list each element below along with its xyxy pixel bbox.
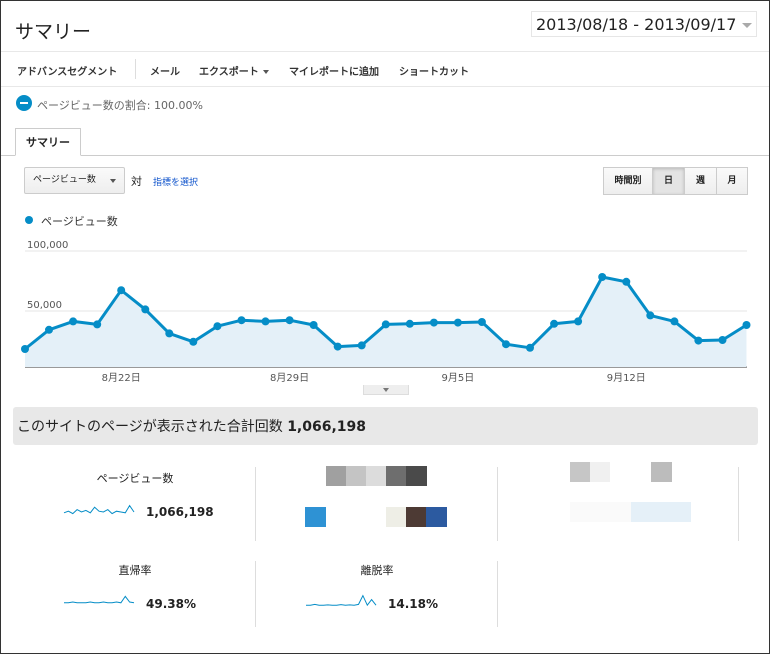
legend-label: ページビュー数 xyxy=(41,215,118,228)
advanced-segments-button[interactable]: アドバンスセグメント xyxy=(17,63,117,78)
data-point xyxy=(429,318,438,327)
chevron-down-icon xyxy=(262,70,269,74)
data-point xyxy=(477,318,486,326)
data-point xyxy=(93,320,102,329)
card-divider xyxy=(738,467,739,541)
metric-card-value: 1,066,198 xyxy=(146,505,214,519)
x-tick-label: 9月5日 xyxy=(442,372,475,384)
metric-card-value: 49.38% xyxy=(146,597,196,611)
redacted-block xyxy=(590,462,610,482)
redacted-block xyxy=(326,466,346,486)
redacted-block xyxy=(631,502,691,522)
data-point xyxy=(237,316,246,325)
data-point xyxy=(574,317,583,326)
export-label: エクスポート xyxy=(199,67,259,78)
data-point xyxy=(189,337,198,346)
redacted-block xyxy=(305,507,326,527)
chevron-down-icon xyxy=(742,23,752,28)
data-point xyxy=(694,336,703,345)
data-point xyxy=(309,321,318,329)
data-point xyxy=(69,317,78,326)
card-divider xyxy=(255,467,256,541)
segment-label: ページビュー数の割合: 100.00% xyxy=(37,99,203,112)
data-point xyxy=(526,343,534,352)
data-point xyxy=(141,305,150,314)
export-button[interactable]: エクスポート xyxy=(199,63,269,78)
toolbar-divider xyxy=(135,59,136,79)
pageviews-sparkline xyxy=(63,504,135,515)
data-point xyxy=(598,273,607,281)
data-point xyxy=(21,345,29,353)
tab-divider xyxy=(1,155,769,156)
card-divider xyxy=(255,561,256,627)
chevron-down-icon xyxy=(110,179,116,183)
metric-card-value: 14.18% xyxy=(388,597,438,611)
summary-title-text: このサイトのページが表示された合計回数 xyxy=(17,419,283,435)
data-point xyxy=(381,320,390,329)
data-point xyxy=(117,286,126,295)
data-point xyxy=(45,325,53,334)
data-point xyxy=(670,317,679,326)
select-metric-link[interactable]: 指標を選択 xyxy=(153,175,198,188)
granularity-month-button[interactable]: 月 xyxy=(716,167,748,195)
report-frame: サマリー 2013/08/18 - 2013/09/17 アドバンスセグメント … xyxy=(0,0,770,654)
data-point xyxy=(453,318,462,327)
metric-select-value: ページビュー数 xyxy=(33,175,96,185)
granularity-day-button[interactable]: 日 xyxy=(652,167,685,195)
metric-select[interactable]: ページビュー数 xyxy=(24,167,125,194)
data-point xyxy=(550,319,559,328)
data-point xyxy=(502,340,510,349)
data-point xyxy=(165,329,174,338)
granularity-week-button[interactable]: 週 xyxy=(684,167,717,195)
data-point xyxy=(333,342,342,351)
y-tick-label: 100,000 xyxy=(27,240,68,251)
data-point xyxy=(405,319,414,328)
metric-card-label: 直帰率 xyxy=(118,564,152,577)
redacted-block xyxy=(386,466,406,486)
redacted-block xyxy=(426,507,447,527)
metric-card-label: 離脱率 xyxy=(360,564,394,577)
redacted-block xyxy=(570,462,590,482)
x-tick-label: 8月29日 xyxy=(270,372,309,384)
versus-label: 対 xyxy=(131,175,142,188)
metric-card-label: ページビュー数 xyxy=(96,472,174,485)
legend-dot-icon xyxy=(25,216,33,224)
email-button[interactable]: メール xyxy=(150,63,180,78)
data-point xyxy=(718,336,727,344)
data-point xyxy=(285,316,294,325)
redacted-block xyxy=(386,507,406,527)
page-title: サマリー xyxy=(15,21,92,43)
bounce-rate-sparkline xyxy=(64,595,135,604)
data-point xyxy=(646,311,655,320)
exit-rate-sparkline xyxy=(306,594,377,607)
redacted-block xyxy=(406,507,426,527)
date-range-label: 2013/08/18 - 2013/09/17 xyxy=(536,15,737,34)
y-tick-label: 50,000 xyxy=(27,300,62,311)
shortcut-button[interactable]: ショートカット xyxy=(399,63,469,78)
date-range-picker[interactable]: 2013/08/18 - 2013/09/17 xyxy=(531,11,757,37)
redacted-block xyxy=(651,462,672,482)
toolbar: アドバンスセグメント メール エクスポート マイレポートに追加 ショートカット xyxy=(1,51,769,87)
redacted-block xyxy=(366,466,386,486)
granularity-hourly-button[interactable]: 時間別 xyxy=(603,167,653,195)
segment-minus-icon[interactable] xyxy=(16,95,32,111)
tab-summary[interactable]: サマリー xyxy=(15,128,81,156)
pageviews-chart: 100,000 50,000 8月22日 8月29日 9月5日 9月12日 xyxy=(21,240,751,384)
redacted-block xyxy=(346,466,366,486)
add-to-dashboard-button[interactable]: マイレポートに追加 xyxy=(289,63,379,78)
data-point xyxy=(261,317,270,326)
x-tick-label: 9月12日 xyxy=(607,372,646,384)
data-point xyxy=(357,341,366,350)
x-tick-label: 8月22日 xyxy=(102,372,141,384)
redacted-block xyxy=(406,466,427,486)
summary-title: このサイトのページが表示された合計回数 1,066,198 xyxy=(17,416,366,436)
chart-collapse-handle[interactable] xyxy=(363,385,409,395)
data-point xyxy=(622,277,631,286)
redacted-block xyxy=(570,502,631,522)
card-divider xyxy=(497,467,498,541)
data-point xyxy=(213,322,222,331)
data-point xyxy=(742,321,751,329)
card-divider xyxy=(497,561,498,627)
summary-total: 1,066,198 xyxy=(287,419,367,435)
